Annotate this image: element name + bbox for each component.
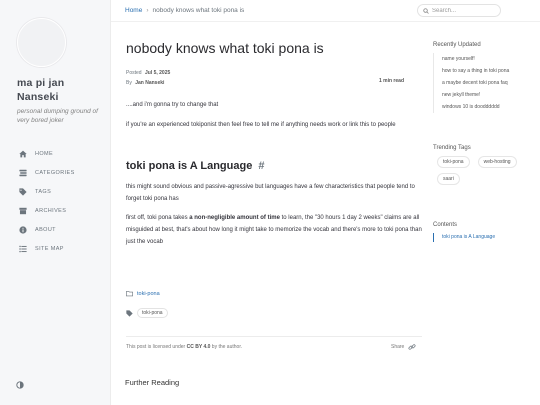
page-title: nobody knows what toki pona is — [126, 40, 324, 56]
panel-title: Contents — [433, 222, 458, 228]
author-name: Jan Nanseki — [135, 80, 165, 86]
sidebar-item-categories[interactable]: CATEGORIES — [0, 163, 110, 182]
section-heading: toki pona is A Language # — [126, 160, 265, 172]
posted-label: Posted — [126, 70, 142, 76]
tag-icon — [17, 186, 28, 197]
topbar: Home › nobody knows what toki pona is — [111, 0, 540, 22]
home-icon — [17, 148, 28, 159]
tag-chip[interactable]: web-hosting — [477, 156, 517, 168]
link-icon[interactable] — [408, 343, 416, 351]
contrast-icon — [16, 381, 24, 389]
breadcrumb: Home › nobody knows what toki pona is — [125, 7, 244, 14]
post-meta: Posted Jul 5, 2025 By Jan Nanseki 1 min … — [126, 68, 404, 88]
list-icon — [17, 243, 28, 254]
post-paragraph: first off, toki pona takes a non-negligi… — [126, 215, 422, 245]
further-reading-heading: Further Reading — [125, 378, 180, 387]
sidebar-item-home[interactable]: HOME — [0, 144, 110, 163]
breadcrumb-home-link[interactable]: Home — [125, 7, 142, 14]
recent-post-link[interactable]: how to say a thing in toki pona — [433, 65, 533, 77]
sidebar-item-label: CATEGORIES — [35, 169, 75, 176]
search-input[interactable] — [432, 7, 500, 14]
recent-post-link[interactable]: new jekyll theme! — [433, 89, 533, 101]
sidebar-item-sitemap[interactable]: SITE MAP — [0, 239, 110, 258]
search-box[interactable] — [417, 4, 501, 17]
sidebar-item-tags[interactable]: TAGS — [0, 182, 110, 201]
sidebar-item-label: ABOUT — [35, 226, 56, 233]
read-time: 1 min read — [378, 78, 404, 84]
share-section: Share — [391, 343, 416, 351]
site-subtitle: personal dumping ground of very bored jo… — [17, 108, 98, 124]
panel-title: Recently Updated — [433, 42, 481, 48]
recent-post-link[interactable]: a maybe decent toki pona faq — [433, 77, 533, 89]
folder-icon — [126, 291, 133, 297]
sidebar-item-label: ARCHIVES — [35, 207, 67, 214]
tag-link[interactable]: toki-pona — [137, 308, 168, 318]
tag-chip[interactable]: saari — [437, 173, 460, 185]
license-link[interactable]: CC BY 4.0 — [187, 344, 211, 350]
recent-list: name yourself! how to say a thing in tok… — [433, 53, 533, 113]
sidebar-item-label: SITE MAP — [35, 245, 64, 252]
tag-cloud: toki-pona web-hosting saari — [433, 156, 533, 190]
tag-icon — [126, 309, 133, 317]
contents-panel: Contents toki pona is A Language — [433, 222, 533, 242]
site-title[interactable]: ma pi jan Nanseki — [17, 76, 107, 104]
search-icon — [423, 7, 429, 14]
sidebar: ma pi jan Nanseki personal dumping groun… — [0, 0, 111, 405]
stream-icon — [17, 167, 28, 178]
post-tags: toki-pona — [126, 308, 168, 318]
sidebar-item-label: HOME — [35, 150, 54, 157]
theme-toggle-button[interactable] — [14, 379, 26, 391]
panel-title: Trending Tags — [433, 145, 471, 151]
toc-item[interactable]: toki pona is A Language — [433, 233, 533, 242]
breadcrumb-separator: › — [146, 7, 149, 14]
trending-tags-panel: Trending Tags toki-pona web-hosting saar… — [433, 145, 533, 190]
post-category: toki-pona — [126, 290, 160, 297]
post-intro: ....and i'm gonna try to change that — [126, 102, 219, 108]
sidebar-nav: HOME CATEGORIES TAGS ARCHIVES ABOUT SITE… — [0, 144, 110, 258]
sidebar-item-label: TAGS — [35, 188, 52, 195]
avatar[interactable] — [17, 18, 66, 67]
category-link[interactable]: toki-pona — [137, 291, 160, 297]
tag-chip[interactable]: toki-pona — [437, 156, 470, 168]
divider — [126, 336, 422, 337]
recently-updated-panel: Recently Updated name yourself! how to s… — [433, 42, 533, 113]
by-label: By — [126, 80, 132, 86]
breadcrumb-current: nobody knows what toki pona is — [152, 7, 245, 14]
post-header: nobody knows what toki pona is — [126, 40, 426, 57]
share-label: Share — [391, 344, 405, 350]
posted-date: Jul 5, 2025 — [144, 70, 171, 76]
sidebar-item-about[interactable]: ABOUT — [0, 220, 110, 239]
recent-post-link[interactable]: name yourself! — [433, 53, 533, 65]
license-note: This post is licensed under CC BY 4.0 by… — [126, 344, 243, 350]
heading-anchor-link[interactable]: # — [258, 160, 264, 172]
post-paragraph: if you're an experienced tokiponist then… — [126, 122, 396, 128]
recent-post-link[interactable]: windows 10 is doodddddd — [433, 101, 533, 113]
info-icon — [17, 224, 28, 235]
post-paragraph: this might sound obvious and passive-agr… — [126, 184, 415, 202]
sidebar-item-archives[interactable]: ARCHIVES — [0, 201, 110, 220]
archive-icon — [17, 205, 28, 216]
